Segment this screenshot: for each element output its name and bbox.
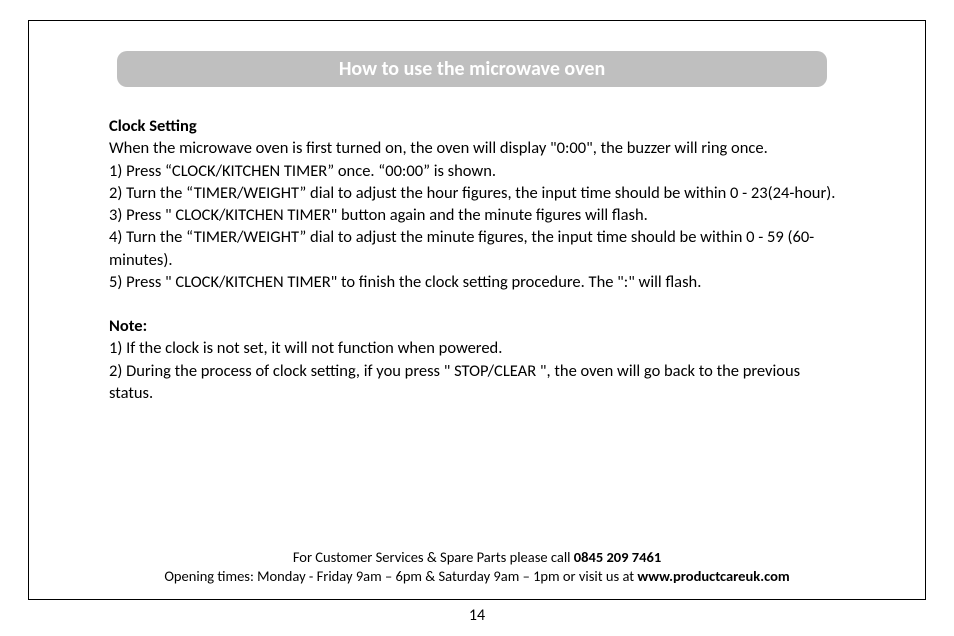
footer: For Customer Services & Spare Parts plea…: [29, 548, 925, 587]
content-body: Clock Setting When the microwave oven is…: [109, 115, 845, 404]
step-item: 3) Press " CLOCK/KITCHEN TIMER" button a…: [109, 204, 845, 226]
footer-line-2: Opening times: Monday - Friday 9am – 6pm…: [29, 567, 925, 587]
footer-text: For Customer Services & Spare Parts plea…: [293, 548, 574, 566]
note-item: 1) If the clock is not set, it will not …: [109, 337, 845, 359]
step-item: 2) Turn the “TIMER/WEIGHT” dial to adjus…: [109, 182, 845, 204]
step-item: 5) Press " CLOCK/KITCHEN TIMER" to finis…: [109, 271, 845, 293]
section-intro: When the microwave oven is first turned …: [109, 137, 845, 159]
step-item: 4) Turn the “TIMER/WEIGHT” dial to adjus…: [109, 226, 845, 271]
page-number: 14: [28, 606, 926, 625]
title-bar: How to use the microwave oven: [117, 51, 827, 87]
note-item: 2) During the process of clock setting, …: [109, 360, 845, 405]
page-title: How to use the microwave oven: [339, 57, 605, 81]
footer-phone: 0845 209 7461: [574, 548, 661, 566]
note-heading: Note:: [109, 315, 845, 337]
footer-text: Opening times: Monday - Friday 9am – 6pm…: [164, 567, 637, 585]
step-item: 1) Press “CLOCK/KITCHEN TIMER” once. “00…: [109, 160, 845, 182]
footer-site: www.productcareuk.com: [637, 567, 789, 585]
section-heading: Clock Setting: [109, 115, 845, 137]
footer-line-1: For Customer Services & Spare Parts plea…: [29, 548, 925, 568]
page-frame: How to use the microwave oven Clock Sett…: [28, 20, 926, 600]
